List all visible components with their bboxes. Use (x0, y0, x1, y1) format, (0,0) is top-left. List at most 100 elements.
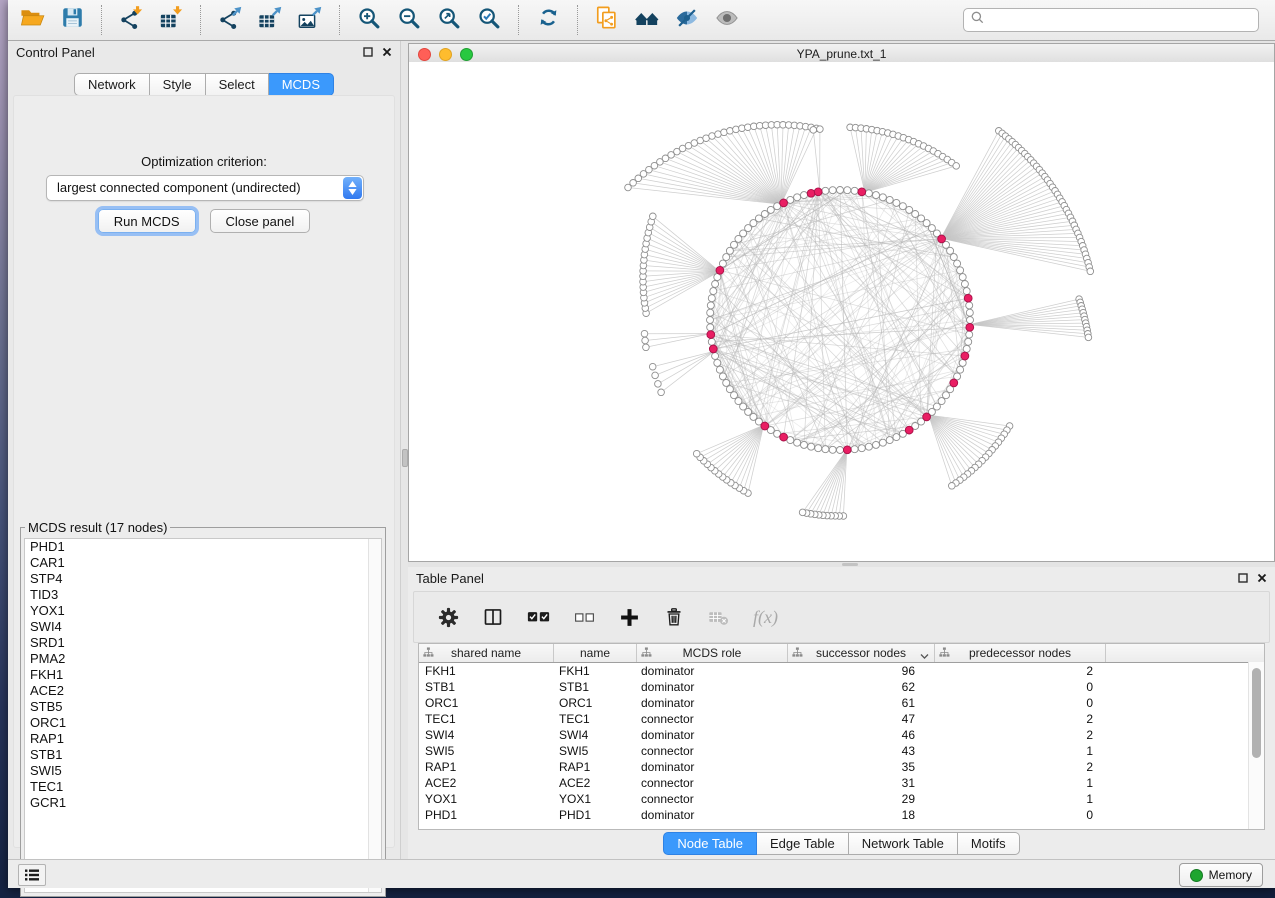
save-session-button[interactable] (52, 2, 92, 38)
optimization-criterion-select[interactable]: largest connected component (undirected) (46, 175, 364, 201)
mcds-result-group: MCDS result (17 nodes) PHD1CAR1STP4TID3Y… (20, 520, 386, 897)
clone-network-button[interactable] (587, 2, 627, 38)
cell-predecessor_nodes: 2 (931, 712, 1101, 726)
network-window-titlebar[interactable]: YPA_prune.txt_1 (408, 43, 1275, 64)
mcds-result-item[interactable]: RAP1 (25, 731, 381, 747)
mcds-result-item[interactable]: CAR1 (25, 555, 381, 571)
tab-style[interactable]: Style (150, 73, 206, 96)
show-column-button[interactable] (483, 607, 503, 627)
search-input[interactable] (984, 12, 1251, 28)
table-options-button[interactable] (438, 607, 459, 628)
mcds-result-item[interactable]: TEC1 (25, 779, 381, 795)
column-label: name (580, 646, 610, 660)
table-tabs: Node TableEdge TableNetwork TableMotifs (408, 832, 1275, 855)
select-all-rows-button[interactable] (527, 609, 550, 625)
first-neighbors-button[interactable] (627, 2, 667, 38)
toolbar-separator (518, 5, 519, 35)
tab-edge-table[interactable]: Edge Table (757, 832, 849, 855)
mcds-result-item[interactable]: STP4 (25, 571, 381, 587)
tab-motifs[interactable]: Motifs (958, 832, 1020, 855)
table-row[interactable]: ORC1ORC1dominator610 (419, 695, 1264, 711)
table-row[interactable]: SWI4SWI4dominator462 (419, 727, 1264, 743)
zoom-selected-button[interactable] (469, 2, 509, 38)
delete-column-button[interactable] (664, 607, 684, 627)
toolbar-separator (339, 5, 340, 35)
tab-network-table[interactable]: Network Table (849, 832, 958, 855)
column-header-MCDS-role[interactable]: MCDS role (637, 644, 788, 662)
task-history-button[interactable] (18, 864, 46, 886)
toolbar-separator (577, 5, 578, 35)
mcds-list-scrollbar[interactable] (368, 539, 381, 892)
mcds-result-item[interactable]: STB1 (25, 747, 381, 763)
tab-select[interactable]: Select (206, 73, 269, 96)
mcds-result-item[interactable]: ORC1 (25, 715, 381, 731)
tab-network[interactable]: Network (74, 73, 150, 96)
cell-successor_nodes: 46 (785, 728, 931, 742)
mcds-result-item[interactable]: TID3 (25, 587, 381, 603)
search-box[interactable] (963, 8, 1259, 32)
close-window-icon[interactable] (418, 48, 431, 61)
export-image-button[interactable] (290, 2, 330, 38)
tab-mcds[interactable]: MCDS (269, 73, 334, 96)
show-all-button[interactable] (707, 2, 747, 38)
deselect-all-rows-button[interactable] (574, 610, 595, 625)
hide-selected-button[interactable] (667, 2, 707, 38)
zoom-out-button[interactable] (389, 2, 429, 38)
mcds-result-item[interactable]: SRD1 (25, 635, 381, 651)
close-panel-icon[interactable] (1257, 573, 1267, 583)
mcds-result-item[interactable]: FKH1 (25, 667, 381, 683)
column-header-predecessor-nodes[interactable]: predecessor nodes (935, 644, 1106, 662)
mcds-result-item[interactable]: PHD1 (25, 539, 381, 555)
mcds-result-item[interactable]: SWI4 (25, 619, 381, 635)
memory-button[interactable]: Memory (1179, 863, 1263, 887)
table-row[interactable]: PHD1PHD1dominator180 (419, 807, 1264, 823)
run-mcds-button[interactable]: Run MCDS (98, 209, 196, 233)
mcds-result-list[interactable]: PHD1CAR1STP4TID3YOX1SWI4SRD1PMA2FKH1ACE2… (24, 538, 382, 893)
table-scrollbar[interactable] (1248, 662, 1264, 829)
mcds-result-item[interactable]: PMA2 (25, 651, 381, 667)
table-row[interactable]: STB1STB1dominator620 (419, 679, 1264, 695)
cell-shared_name: SWI5 (419, 744, 553, 758)
create-column-button[interactable] (619, 607, 640, 628)
maximize-window-icon[interactable] (460, 48, 473, 61)
column-label: predecessor nodes (969, 646, 1071, 660)
floppy-icon (61, 6, 84, 34)
export-table-button[interactable] (250, 2, 290, 38)
minimize-window-icon[interactable] (439, 48, 452, 61)
table-row[interactable]: RAP1RAP1dominator352 (419, 759, 1264, 775)
tab-node-table[interactable]: Node Table (663, 832, 757, 855)
table-row[interactable]: TEC1TEC1connector472 (419, 711, 1264, 727)
import-table-button[interactable] (151, 2, 191, 38)
cell-predecessor_nodes: 2 (931, 728, 1101, 742)
float-panel-icon[interactable] (1238, 573, 1248, 583)
network-canvas[interactable] (408, 62, 1275, 562)
mcds-result-item[interactable]: YOX1 (25, 603, 381, 619)
mcds-result-item[interactable]: STB5 (25, 699, 381, 715)
table-row[interactable]: YOX1YOX1connector291 (419, 791, 1264, 807)
import-network-icon (119, 6, 143, 35)
table-scrollbar-thumb[interactable] (1252, 668, 1261, 758)
zoom-fit-button[interactable] (429, 2, 469, 38)
cell-predecessor_nodes: 0 (931, 696, 1101, 710)
column-header-shared-name[interactable]: shared name (419, 644, 554, 662)
export-network-button[interactable] (210, 2, 250, 38)
open-file-button[interactable] (12, 2, 52, 38)
table-row[interactable]: SWI5SWI5connector431 (419, 743, 1264, 759)
network-graph[interactable] (409, 62, 1274, 560)
splitter-grip[interactable] (842, 563, 858, 566)
export-image-icon (298, 6, 322, 35)
mcds-result-item[interactable]: GCR1 (25, 795, 381, 811)
apply-layout-button[interactable] (528, 2, 568, 38)
zoom-in-button[interactable] (349, 2, 389, 38)
import-network-button[interactable] (111, 2, 151, 38)
mcds-result-item[interactable]: ACE2 (25, 683, 381, 699)
table-row[interactable]: FKH1FKH1dominator962 (419, 663, 1264, 679)
close-panel-button[interactable]: Close panel (210, 209, 311, 233)
close-panel-icon[interactable] (382, 47, 392, 57)
table-row[interactable]: ACE2ACE2connector311 (419, 775, 1264, 791)
column-header-name[interactable]: name (554, 644, 637, 662)
column-header-successor-nodes[interactable]: successor nodes (788, 644, 935, 662)
mcds-result-item[interactable]: SWI5 (25, 763, 381, 779)
float-panel-icon[interactable] (363, 47, 373, 57)
delete-table-button (708, 607, 729, 628)
